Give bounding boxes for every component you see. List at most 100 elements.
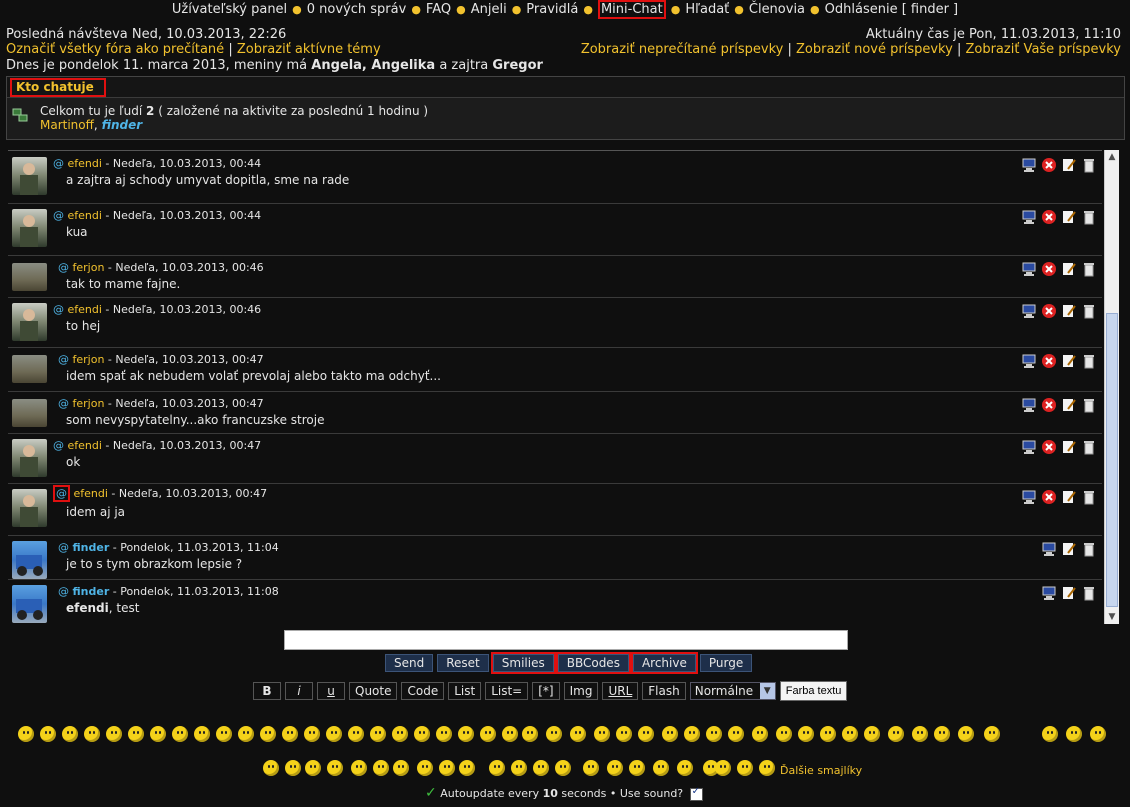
smiley-icon[interactable]	[305, 760, 321, 776]
online-user-finder[interactable]: finder	[102, 118, 143, 132]
smiley-icon[interactable]	[150, 726, 166, 742]
smiley-icon[interactable]	[934, 726, 950, 742]
use-sound-checkbox[interactable]	[689, 786, 703, 801]
smiley-icon[interactable]	[436, 726, 452, 742]
smiley-icon[interactable]	[459, 760, 475, 776]
message-username[interactable]: efendi	[68, 303, 102, 316]
delete-icon[interactable]	[1081, 353, 1097, 369]
ip-info-icon[interactable]	[1021, 209, 1037, 225]
nav-user-panel[interactable]: Užívateľský panel	[172, 2, 287, 17]
smiley-icon[interactable]	[958, 726, 974, 742]
smiley-icon[interactable]	[62, 726, 78, 742]
mention-at-button[interactable]: @	[58, 261, 69, 274]
smiley-icon[interactable]	[238, 726, 254, 742]
smiley-icon[interactable]	[912, 726, 928, 742]
edit-icon[interactable]	[1061, 585, 1077, 601]
purge-button[interactable]: Purge	[699, 654, 753, 672]
mark-forums-read-link[interactable]: Označiť všetky fóra ako prečítané	[6, 42, 224, 57]
unread-posts-link[interactable]: Zobraziť neprečítané príspevky	[581, 42, 784, 57]
edit-icon[interactable]	[1061, 261, 1077, 277]
ip-info-icon[interactable]	[1021, 489, 1037, 505]
nav-faq[interactable]: FAQ	[426, 2, 451, 17]
new-posts-link[interactable]: Zobraziť nové príspevky	[796, 42, 953, 57]
smiley-icon[interactable]	[348, 726, 364, 742]
online-user-martinoff[interactable]: Martinoff	[40, 118, 94, 132]
reset-button[interactable]: Reset	[437, 654, 489, 672]
delete-icon[interactable]	[1081, 541, 1097, 557]
smiley-icon[interactable]	[677, 760, 693, 776]
smiley-icon[interactable]	[715, 760, 731, 776]
mention-at-button[interactable]: @	[58, 353, 69, 366]
ban-icon[interactable]	[1041, 261, 1057, 277]
mention-at-button[interactable]: @	[53, 209, 64, 222]
smiley-icon[interactable]	[616, 726, 632, 742]
smiley-icon[interactable]	[684, 726, 700, 742]
avatar[interactable]	[12, 209, 47, 247]
edit-icon[interactable]	[1061, 397, 1077, 413]
smiley-icon[interactable]	[653, 760, 669, 776]
message-username[interactable]: ferjon	[73, 397, 105, 410]
smiley-icon[interactable]	[511, 760, 527, 776]
ip-info-icon[interactable]	[1021, 157, 1037, 173]
active-topics-link[interactable]: Zobraziť aktívne témy	[237, 42, 381, 57]
smiley-icon[interactable]	[820, 726, 836, 742]
delete-icon[interactable]	[1081, 439, 1097, 455]
nav-anjeli[interactable]: Anjeli	[471, 2, 507, 17]
bbcode-list-button[interactable]: List	[448, 682, 482, 700]
delete-icon[interactable]	[1081, 261, 1097, 277]
smiley-icon[interactable]	[522, 726, 538, 742]
ban-icon[interactable]	[1041, 353, 1057, 369]
ip-info-icon[interactable]	[1021, 397, 1037, 413]
smiley-icon[interactable]	[888, 726, 904, 742]
send-button[interactable]: Send	[385, 654, 434, 672]
edit-icon[interactable]	[1061, 157, 1077, 173]
ip-info-icon[interactable]	[1021, 439, 1037, 455]
chat-scrollbar[interactable]: ▲ ▼	[1104, 150, 1119, 624]
smiley-icon[interactable]	[489, 760, 505, 776]
nav-rules[interactable]: Pravidlá	[526, 2, 578, 17]
smiley-icon[interactable]	[439, 760, 455, 776]
message-username[interactable]: efendi	[68, 157, 102, 170]
avatar[interactable]	[12, 399, 47, 427]
smiley-icon[interactable]	[737, 760, 753, 776]
smiley-icon[interactable]	[864, 726, 880, 742]
bbcode-url-button[interactable]: URL	[602, 682, 639, 700]
ban-icon[interactable]	[1041, 157, 1057, 173]
smiley-icon[interactable]	[759, 760, 775, 776]
smiley-icon[interactable]	[373, 760, 389, 776]
edit-icon[interactable]	[1061, 541, 1077, 557]
smiley-icon[interactable]	[370, 726, 386, 742]
smiley-icon[interactable]	[304, 726, 320, 742]
mention-at-button[interactable]: @	[58, 541, 69, 554]
delete-icon[interactable]	[1081, 209, 1097, 225]
ban-icon[interactable]	[1041, 439, 1057, 455]
edit-icon[interactable]	[1061, 353, 1077, 369]
message-username[interactable]: ferjon	[73, 261, 105, 274]
smiley-icon[interactable]	[583, 760, 599, 776]
bbcode-img-button[interactable]: Img	[563, 682, 599, 700]
message-username[interactable]: efendi	[68, 439, 102, 452]
archive-button[interactable]: Archive	[630, 652, 698, 674]
chat-message-input[interactable]	[284, 630, 848, 650]
smiley-icon[interactable]	[40, 726, 56, 742]
smiley-icon[interactable]	[594, 726, 610, 742]
smiley-icon[interactable]	[607, 760, 623, 776]
ip-info-icon[interactable]	[1041, 541, 1057, 557]
ip-info-icon[interactable]	[1041, 585, 1057, 601]
smiley-icon[interactable]	[393, 760, 409, 776]
smiley-icon[interactable]	[502, 726, 518, 742]
bbcode-code-button[interactable]: Code	[401, 682, 445, 700]
smiley-icon[interactable]	[984, 726, 1000, 742]
bbcode-bold-button[interactable]: B	[253, 682, 281, 700]
smiley-icon[interactable]	[327, 760, 343, 776]
ban-icon[interactable]	[1041, 397, 1057, 413]
nav-logout[interactable]: Odhlásenie [ finder ]	[825, 2, 959, 17]
ban-icon[interactable]	[1041, 303, 1057, 319]
smiley-icon[interactable]	[752, 726, 768, 742]
text-color-button[interactable]: Farba textu	[779, 681, 848, 701]
delete-icon[interactable]	[1081, 489, 1097, 505]
smiley-icon[interactable]	[638, 726, 654, 742]
smiley-icon[interactable]	[776, 726, 792, 742]
smiley-icon[interactable]	[533, 760, 549, 776]
mention-at-button[interactable]: @	[53, 439, 64, 452]
